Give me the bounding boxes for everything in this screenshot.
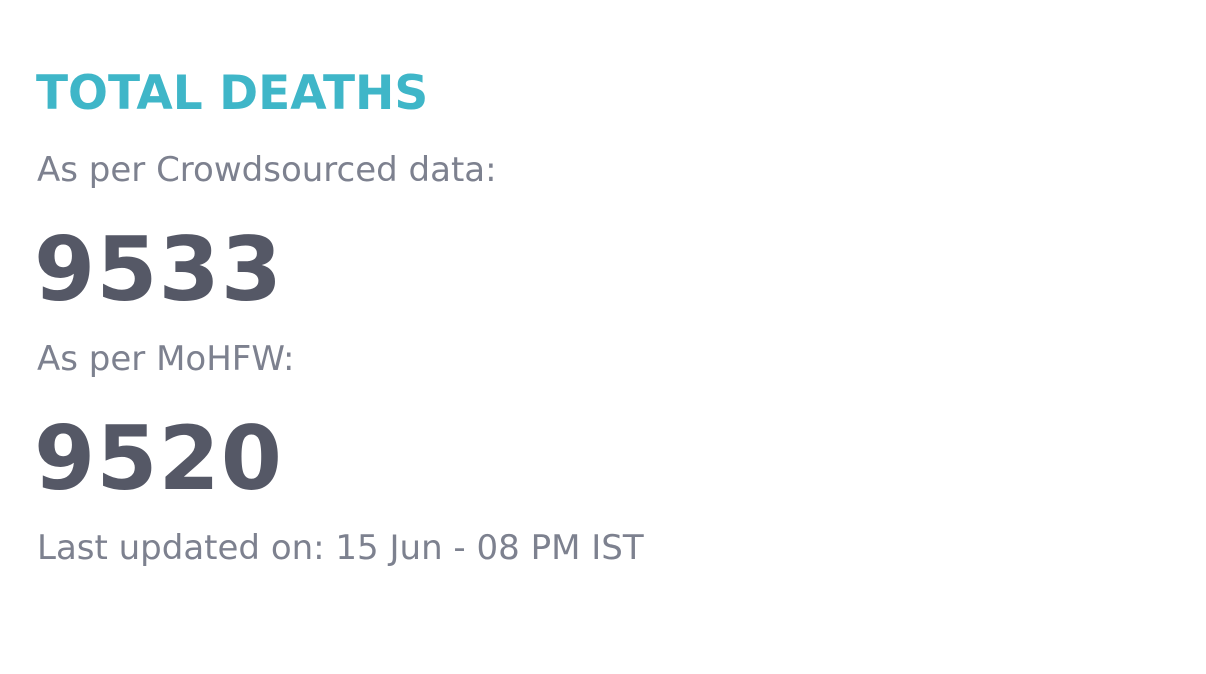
- total-deaths-card: TOTAL DEATHS As per Crowdsourced data: 9…: [0, 0, 1206, 674]
- crowdsourced-label: As per Crowdsourced data:: [37, 150, 497, 190]
- last-updated-text: Last updated on: 15 Jun - 08 PM IST: [37, 528, 644, 568]
- crowdsourced-deaths-value: 9533: [34, 218, 283, 321]
- mohfw-deaths-value: 9520: [34, 407, 283, 510]
- card-title: TOTAL DEATHS: [36, 66, 429, 121]
- mohfw-label: As per MoHFW:: [37, 339, 295, 379]
